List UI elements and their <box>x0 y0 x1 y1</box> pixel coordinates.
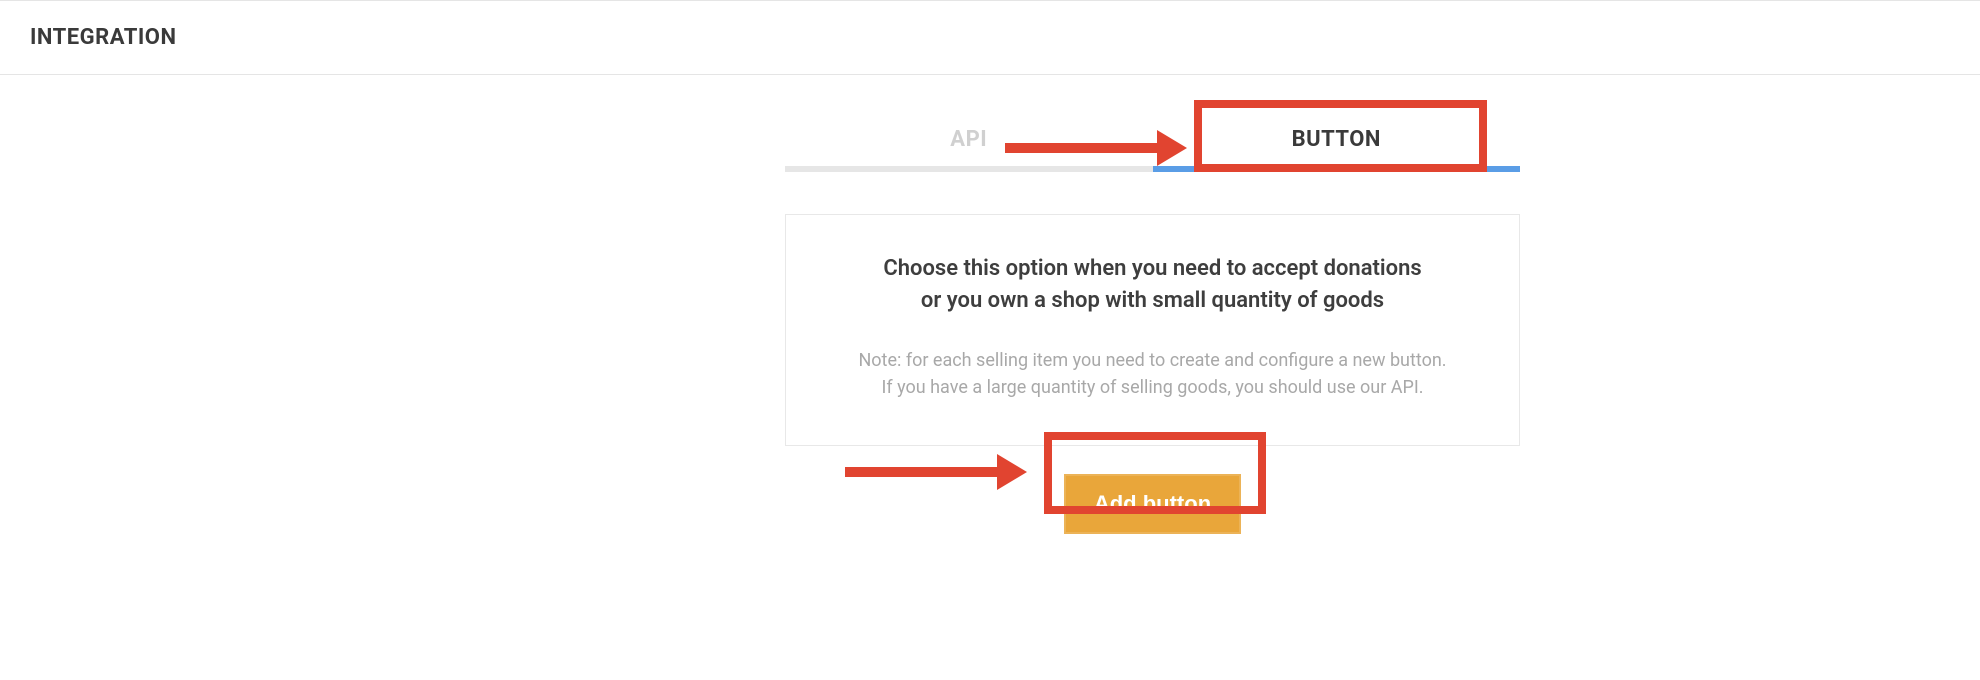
tab-api[interactable]: API <box>785 105 1153 172</box>
page-header: INTEGRATION <box>0 0 1980 75</box>
info-headline-line2: or you own a shop with small quantity of… <box>921 288 1384 313</box>
tab-button-underline <box>1153 166 1521 172</box>
info-note-line2: If you have a large quantity of selling … <box>881 377 1423 398</box>
add-button[interactable]: Add button <box>1064 474 1241 534</box>
action-row: Add button <box>785 474 1520 534</box>
integration-tabs: API BUTTON <box>785 105 1520 172</box>
info-box: Choose this option when you need to acce… <box>785 214 1520 446</box>
info-note: Note: for each selling item you need to … <box>816 347 1489 401</box>
tab-api-underline <box>785 166 1153 172</box>
info-headline: Choose this option when you need to acce… <box>816 253 1489 317</box>
tab-api-label: API <box>950 127 987 152</box>
tab-button[interactable]: BUTTON <box>1153 105 1521 172</box>
info-headline-line1: Choose this option when you need to acce… <box>883 256 1421 281</box>
integration-panel: API BUTTON Choose this option when you n… <box>785 105 1520 534</box>
info-note-line1: Note: for each selling item you need to … <box>858 350 1446 371</box>
tab-button-label: BUTTON <box>1292 127 1381 152</box>
page-title: INTEGRATION <box>30 25 1950 50</box>
